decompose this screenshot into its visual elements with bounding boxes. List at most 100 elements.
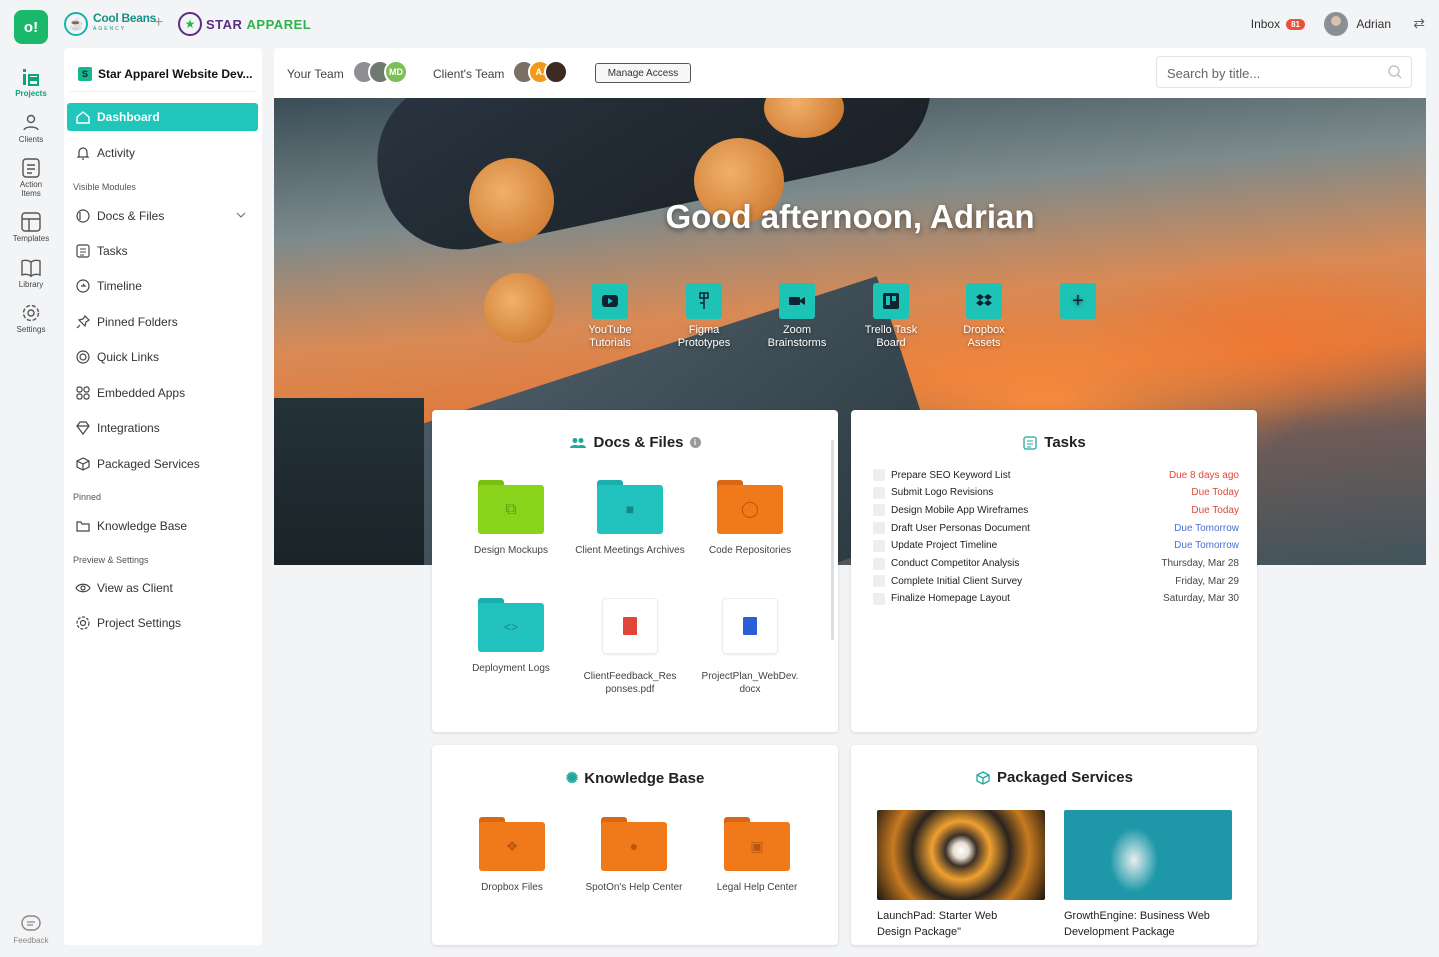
task-row[interactable]: Update Project Timeline Due Tomorrow bbox=[873, 537, 1239, 555]
file-label: ProjectPlan_WebDev.docx bbox=[701, 671, 799, 695]
quicklink-zoom[interactable]: Zoom Brainstorms bbox=[752, 283, 842, 350]
clients-team-avatars[interactable]: A. bbox=[512, 60, 568, 84]
quicklink-figma[interactable]: Figma Prototypes bbox=[659, 283, 749, 350]
task-row[interactable]: Conduct Competitor Analysis Thursday, Mar… bbox=[873, 555, 1239, 573]
top-bar: ☕ Cool Beans AGENCY + ★ STAR APPAREL Inbo… bbox=[62, 0, 1439, 48]
nav-label: Quick Links bbox=[97, 350, 160, 364]
rail-projects[interactable]: Projects bbox=[0, 67, 62, 98]
tasks-icon bbox=[1023, 435, 1037, 450]
nav-pinned-folders[interactable]: Pinned Folders bbox=[67, 308, 258, 336]
task-row[interactable]: Submit Logo Revisions Due Today bbox=[873, 484, 1239, 502]
task-checkbox[interactable] bbox=[873, 557, 885, 570]
rail-label: Projects bbox=[15, 89, 47, 98]
nav-timeline[interactable]: Timeline bbox=[67, 272, 258, 300]
card-title: ✺ Knowledge Base bbox=[565, 769, 705, 788]
task-checkbox[interactable] bbox=[873, 486, 885, 499]
feedback-button[interactable]: Feedback bbox=[8, 914, 54, 945]
task-checkbox[interactable] bbox=[873, 504, 885, 517]
nav-embedded-apps[interactable]: Embedded Apps bbox=[67, 379, 258, 407]
nav-docs-files[interactable]: Docs & Files bbox=[67, 202, 258, 230]
nav-label: Packaged Services bbox=[97, 457, 200, 471]
task-checkbox[interactable] bbox=[873, 592, 885, 605]
client-logo[interactable]: ★ STAR APPAREL bbox=[178, 12, 311, 36]
nav-quick-links[interactable]: Quick Links bbox=[67, 343, 258, 371]
app-logo[interactable]: o! bbox=[14, 10, 48, 44]
quicklink-trello[interactable]: Trello Task Board bbox=[846, 283, 936, 350]
folder-label: Client Meetings Archives bbox=[575, 545, 685, 556]
switch-icon[interactable]: ⇄ bbox=[1413, 15, 1425, 32]
task-due-date: Due 8 days ago bbox=[1168, 469, 1239, 481]
folder-icon: ▣ bbox=[724, 817, 790, 871]
nav-integrations[interactable]: Integrations bbox=[67, 414, 258, 442]
task-name: Update Project Timeline bbox=[891, 540, 998, 552]
task-row[interactable]: Draft User Personas Document Due Tomorrow bbox=[873, 519, 1239, 537]
quicklink-label: Prototypes bbox=[677, 337, 731, 349]
chevron-down-icon[interactable] bbox=[236, 210, 246, 220]
task-due-date: Due Tomorrow bbox=[1174, 540, 1239, 552]
quicklink-label: Tutorials bbox=[589, 337, 631, 349]
hero-wall bbox=[274, 398, 424, 565]
folder-client-meetings[interactable]: ■ Client Meetings Archives bbox=[575, 480, 685, 557]
rail-label: Clients bbox=[18, 135, 44, 144]
service-image bbox=[877, 810, 1045, 900]
client-name: STAR APPAREL bbox=[206, 16, 312, 32]
folder-deployment-logs[interactable]: <> Deployment Logs bbox=[456, 598, 566, 675]
task-name: Draft User Personas Document bbox=[891, 522, 1030, 534]
rail-label: Action Items bbox=[19, 180, 43, 198]
your-team-avatars[interactable]: MD bbox=[352, 60, 408, 84]
folder-spoton-help[interactable]: ● SpotOn's Help Center bbox=[579, 817, 689, 894]
folder-design-mockups[interactable]: ⧉ Design Mockups bbox=[456, 480, 566, 557]
task-checkbox[interactable] bbox=[873, 539, 885, 552]
nav-knowledge-base[interactable]: Knowledge Base bbox=[67, 512, 258, 540]
quicklink-label: Zoom bbox=[782, 324, 812, 336]
task-row[interactable]: Complete Initial Client Survey Friday, Ma… bbox=[873, 572, 1239, 590]
folder-icon bbox=[76, 521, 90, 532]
rail-templates[interactable]: Templates bbox=[0, 212, 62, 243]
nav-label: Timeline bbox=[97, 279, 142, 293]
task-row[interactable]: Finalize Homepage Layout Saturday, Mar 30 bbox=[873, 590, 1239, 608]
search-input[interactable]: Search by title... bbox=[1156, 56, 1412, 88]
agency-logo[interactable]: ☕ Cool Beans AGENCY bbox=[64, 12, 156, 36]
user-menu[interactable]: Adrian bbox=[1324, 12, 1391, 36]
package-icon bbox=[76, 457, 90, 471]
nav-view-as-client[interactable]: View as Client bbox=[67, 574, 258, 602]
inbox-label: Inbox bbox=[1250, 17, 1281, 31]
greeting-heading: Good afternoon, Adrian bbox=[665, 198, 1035, 235]
add-quicklink-button[interactable]: + bbox=[1033, 283, 1123, 324]
rail-clients[interactable]: Clients bbox=[0, 113, 62, 144]
file-client-feedback-pdf[interactable]: ClientFeedback_Responses.pdf bbox=[575, 598, 685, 696]
scrollbar[interactable] bbox=[831, 440, 834, 640]
quicklink-dropbox[interactable]: Dropbox Assets bbox=[939, 283, 1029, 350]
folder-dropbox-files[interactable]: ❖ Dropbox Files bbox=[457, 817, 567, 894]
inbox-link[interactable]: Inbox 81 bbox=[1251, 17, 1305, 31]
avatar bbox=[1324, 12, 1349, 36]
folder-code-repositories[interactable]: ◯ Code Repositories bbox=[695, 480, 805, 557]
project-selector[interactable]: S Star Apparel Website Dev... bbox=[70, 56, 256, 92]
rail-settings[interactable]: Settings bbox=[0, 303, 62, 334]
manage-access-button[interactable]: Manage Access bbox=[595, 63, 691, 83]
service-growthengine[interactable]: GrowthEngine: Business Web Development Pa… bbox=[1064, 810, 1232, 940]
tasks-card: Tasks Prepare SEO Keyword List Due 8 days… bbox=[851, 410, 1257, 732]
task-row[interactable]: Prepare SEO Keyword List Due 8 days ago bbox=[873, 466, 1239, 484]
nav-dashboard[interactable]: Dashboard bbox=[67, 103, 258, 131]
quicklink-youtube[interactable]: YouTube Tutorials bbox=[565, 283, 655, 350]
task-checkbox[interactable] bbox=[873, 522, 885, 535]
rail-library[interactable]: Library bbox=[0, 258, 62, 289]
docx-file-icon bbox=[722, 598, 778, 654]
quicklink-label: Assets bbox=[967, 337, 1001, 349]
task-checkbox[interactable] bbox=[873, 469, 885, 481]
task-row[interactable]: Design Mobile App Wireframes Due Today bbox=[873, 501, 1239, 519]
rail-action-items[interactable]: Action Items bbox=[0, 158, 62, 198]
clients-icon bbox=[23, 114, 39, 131]
service-launchpad[interactable]: LaunchPad: Starter Web Design Package" bbox=[877, 810, 1045, 940]
nav-activity[interactable]: Activity bbox=[67, 139, 258, 167]
nav-project-settings[interactable]: Project Settings bbox=[67, 609, 258, 637]
folder-legal-help[interactable]: ▣ Legal Help Center bbox=[702, 817, 812, 894]
nav-packaged-services[interactable]: Packaged Services bbox=[67, 450, 258, 478]
info-icon[interactable]: i bbox=[689, 437, 701, 448]
nav-tasks[interactable]: Tasks bbox=[67, 237, 258, 265]
task-name: Prepare SEO Keyword List bbox=[891, 469, 1011, 481]
file-project-plan-docx[interactable]: ProjectPlan_WebDev.docx bbox=[695, 598, 805, 696]
task-checkbox[interactable] bbox=[873, 575, 885, 588]
card-title: Packaged Services bbox=[851, 769, 1257, 786]
